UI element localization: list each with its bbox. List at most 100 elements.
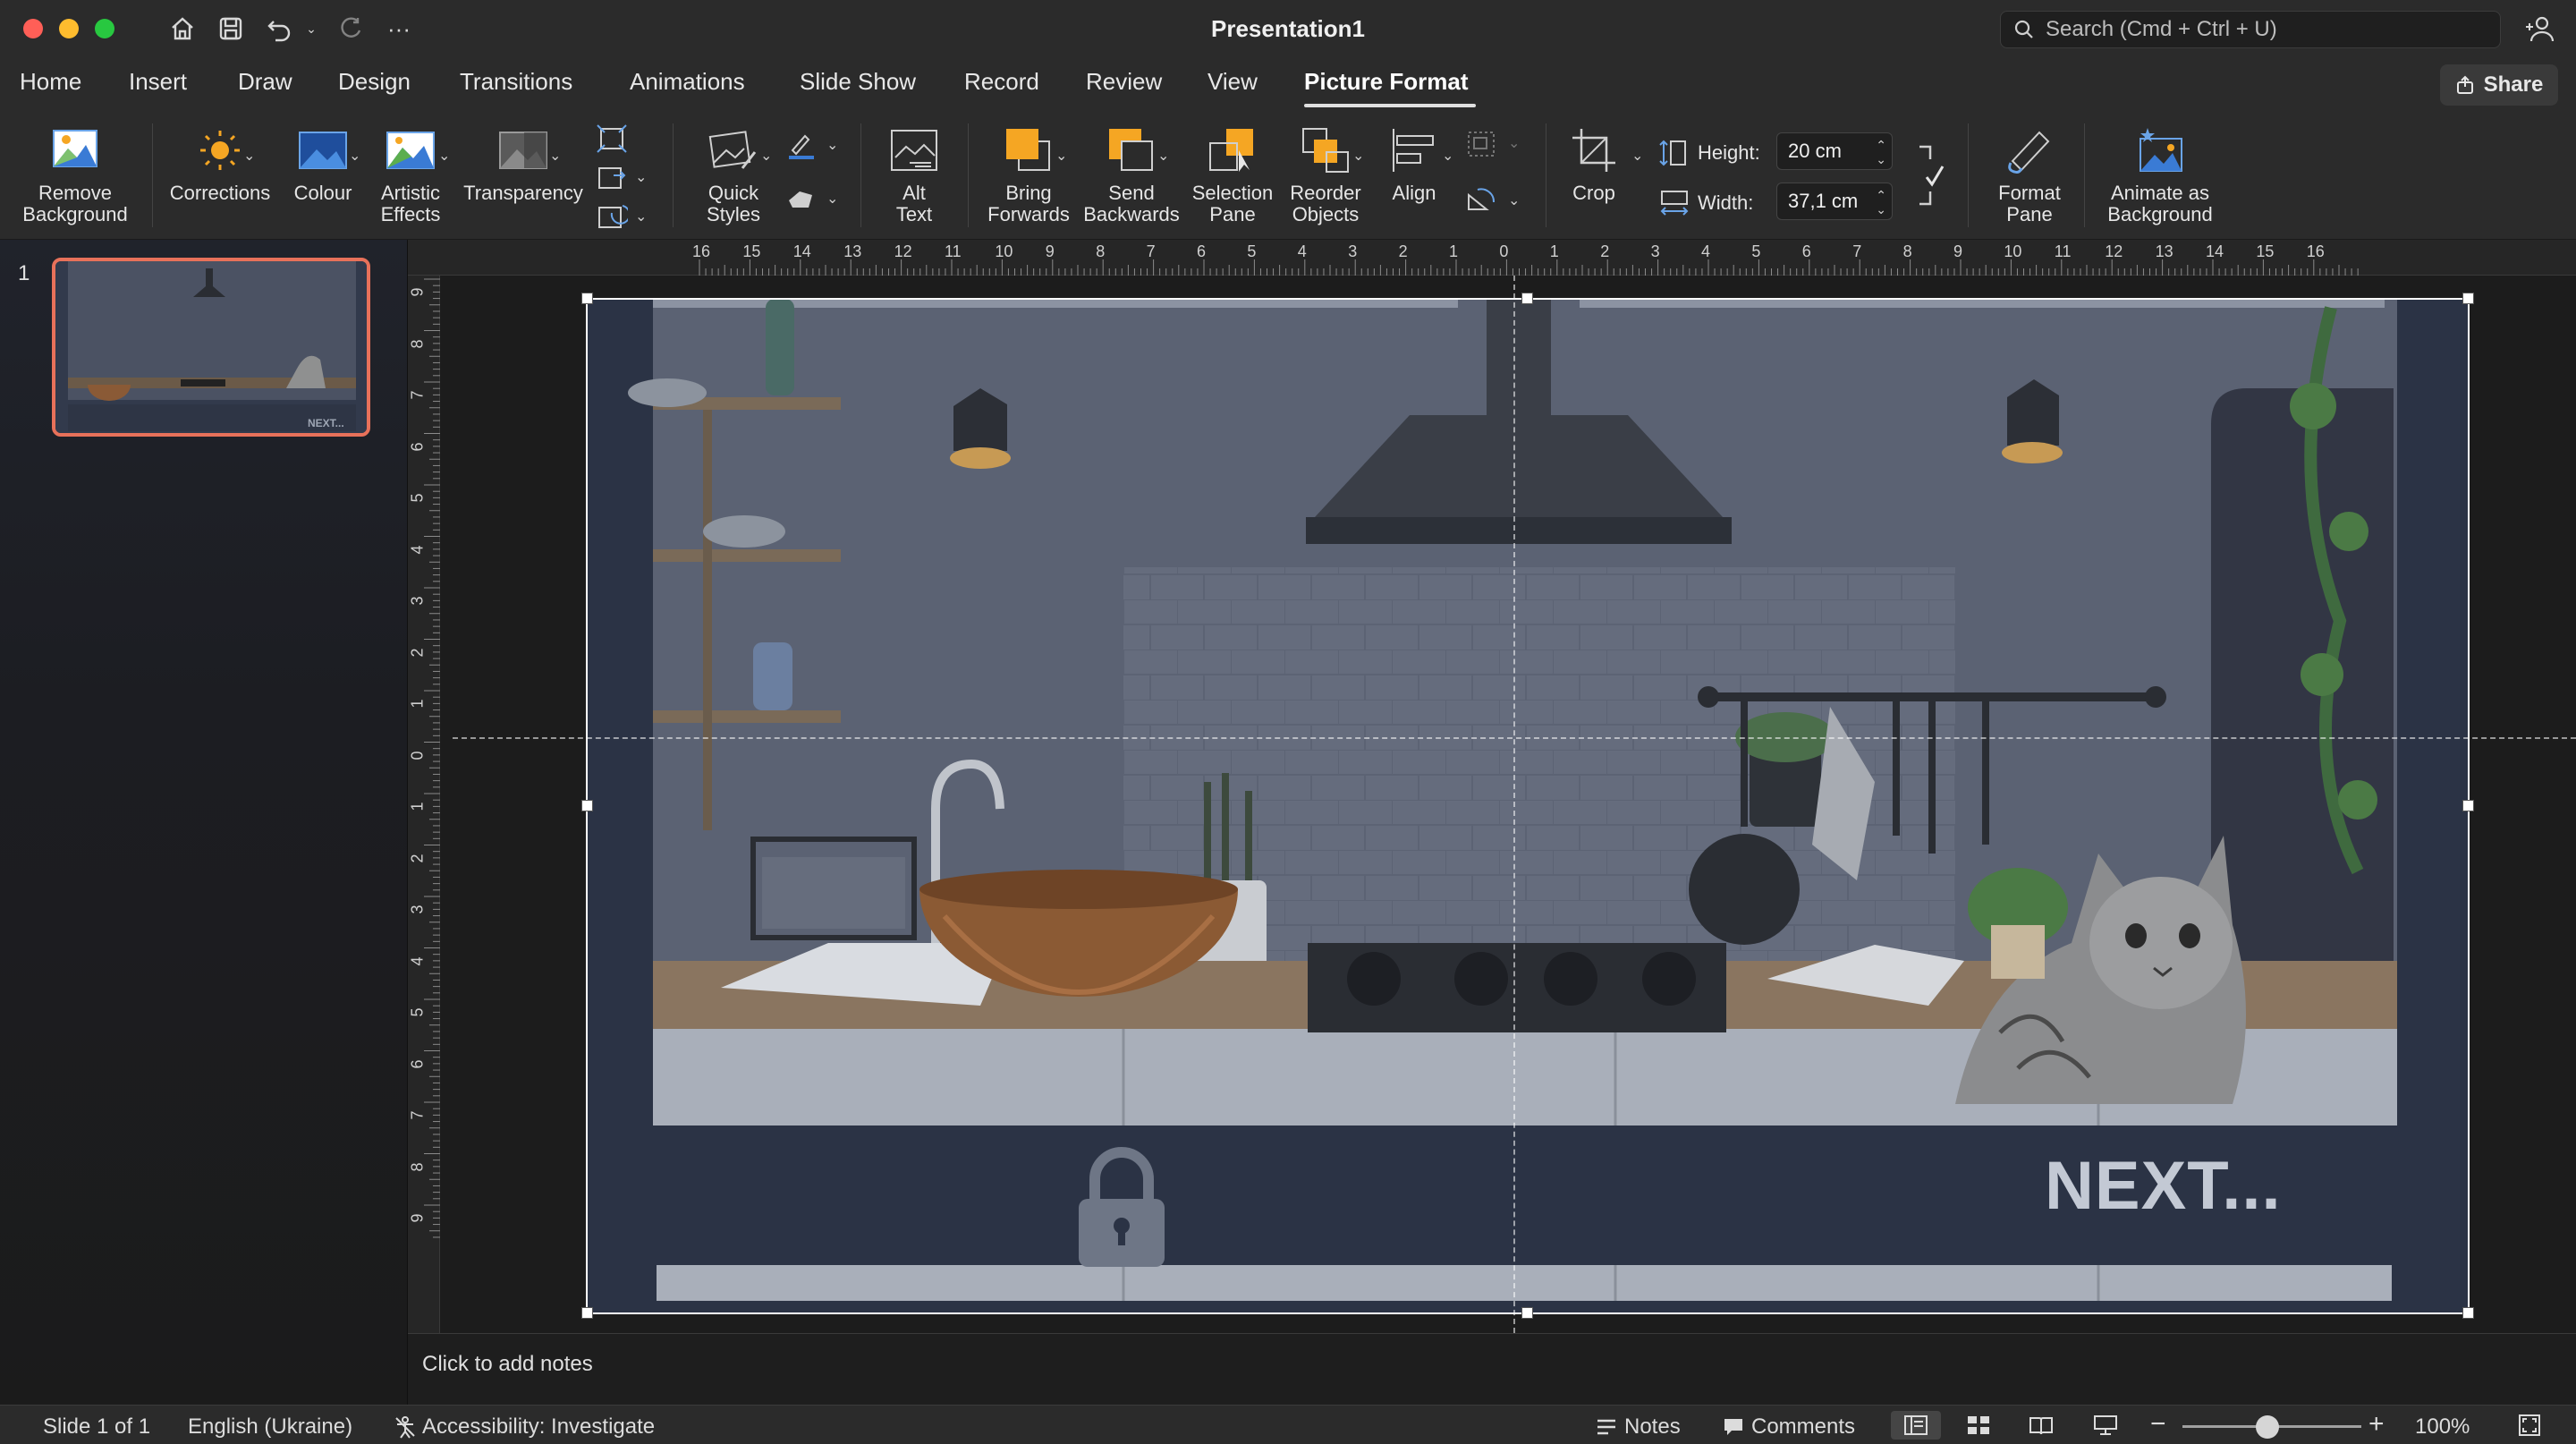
change-picture-icon[interactable]: [596, 163, 628, 193]
width-stepper-down[interactable]: ⌄: [1876, 203, 1886, 216]
picture-selection-frame[interactable]: [586, 298, 2470, 1314]
tab-transitions[interactable]: Transitions: [460, 68, 572, 96]
slide-show-button[interactable]: [2080, 1411, 2131, 1440]
remove-background-button[interactable]: Remove Background: [13, 123, 138, 225]
crop-dropdown-icon[interactable]: ⌄: [1631, 147, 1643, 165]
normal-view-button[interactable]: [1891, 1411, 1941, 1440]
tab-home[interactable]: Home: [20, 68, 81, 96]
reset-picture-icon[interactable]: [596, 202, 631, 233]
maximize-window-button[interactable]: [95, 19, 114, 38]
rotate-icon[interactable]: [1465, 184, 1497, 215]
corrections-button[interactable]: Corrections: [165, 123, 275, 204]
animate-as-background-button[interactable]: Animate as Background: [2097, 123, 2224, 225]
reorder-objects-dropdown-icon[interactable]: ⌄: [1352, 147, 1364, 165]
send-backwards-button[interactable]: Send Backwards: [1079, 123, 1184, 225]
align-dropdown-icon[interactable]: ⌄: [1442, 147, 1453, 165]
picture-border-icon[interactable]: [785, 131, 818, 161]
resize-handle-right[interactable]: [2462, 800, 2474, 811]
tab-slide-show[interactable]: Slide Show: [800, 68, 916, 96]
height-stepper-up[interactable]: ⌃: [1876, 139, 1886, 151]
resize-handle-bottom-left[interactable]: [581, 1307, 593, 1319]
language-indicator[interactable]: English (Ukraine): [188, 1414, 352, 1440]
undo-dropdown-icon[interactable]: ⌄: [302, 13, 320, 45]
tab-review[interactable]: Review: [1086, 68, 1162, 96]
slide-thumbnail[interactable]: NEXT...: [52, 258, 370, 437]
comments-button[interactable]: Comments: [1723, 1414, 1855, 1440]
format-pane-button[interactable]: Format Pane: [1982, 123, 2077, 225]
bring-forwards-button[interactable]: Bring Forwards: [980, 123, 1077, 225]
transparency-dropdown-icon[interactable]: ⌄: [549, 147, 561, 165]
share-button[interactable]: Share: [2440, 64, 2558, 106]
quick-styles-button[interactable]: Quick Styles: [687, 123, 780, 225]
normal-view-icon: [1904, 1415, 1928, 1435]
horizontal-ruler-number: 3: [1650, 242, 1660, 260]
quick-styles-dropdown-icon[interactable]: ⌄: [760, 147, 772, 165]
group-objects-icon[interactable]: [1465, 129, 1497, 159]
more-icon[interactable]: ···: [381, 13, 417, 45]
vertical-ruler-number: 4: [408, 956, 427, 966]
slide-sorter-button[interactable]: [1953, 1411, 2004, 1440]
zoom-out-button[interactable]: −: [2150, 1409, 2166, 1440]
zoom-level[interactable]: 100%: [2415, 1414, 2470, 1440]
rotate-dropdown-icon[interactable]: ⌄: [1508, 191, 1520, 209]
notes-toggle-button[interactable]: Notes: [1596, 1414, 1681, 1440]
artistic-effects-button[interactable]: Artistic Effects: [370, 123, 451, 225]
send-backwards-dropdown-icon[interactable]: ⌄: [1157, 147, 1169, 165]
resize-handle-top[interactable]: [1521, 293, 1533, 304]
group-dropdown-icon[interactable]: ⌄: [1508, 134, 1520, 152]
zoom-slider-thumb[interactable]: [2256, 1415, 2279, 1439]
horizontal-ruler-number: 9: [1045, 242, 1055, 260]
tab-record[interactable]: Record: [964, 68, 1039, 96]
resize-handle-top-right[interactable]: [2462, 293, 2474, 304]
reset-picture-dropdown-icon[interactable]: ⌄: [635, 208, 647, 225]
tab-design[interactable]: Design: [338, 68, 411, 96]
crop-button[interactable]: Crop: [1560, 123, 1628, 204]
resize-handle-bottom-right[interactable]: [2462, 1307, 2474, 1319]
reorder-objects-button[interactable]: Reorder Objects: [1281, 123, 1370, 225]
artistic-effects-dropdown-icon[interactable]: ⌄: [438, 147, 450, 165]
horizontal-ruler-number: 2: [1600, 242, 1610, 260]
compress-pictures-icon[interactable]: [596, 123, 628, 154]
animate-as-background-icon: [2133, 123, 2187, 177]
grid-icon: [1968, 1416, 1989, 1434]
change-picture-dropdown-icon[interactable]: ⌄: [635, 168, 647, 186]
notes-label: Notes: [1624, 1414, 1681, 1439]
accessibility-checker[interactable]: Accessibility: Investigate: [394, 1414, 655, 1440]
share-label: Share: [2483, 72, 2544, 97]
bring-forwards-dropdown-icon[interactable]: ⌄: [1055, 147, 1067, 165]
account-icon[interactable]: [2524, 14, 2556, 45]
home-icon[interactable]: [165, 13, 200, 45]
tab-animations[interactable]: Animations: [630, 68, 745, 96]
tab-draw[interactable]: Draw: [238, 68, 292, 96]
picture-effects-icon[interactable]: [785, 184, 818, 215]
reading-view-button[interactable]: [2016, 1411, 2066, 1440]
resize-handle-top-left[interactable]: [581, 293, 593, 304]
resize-handle-left[interactable]: [581, 800, 593, 811]
height-stepper-down[interactable]: ⌄: [1876, 153, 1886, 166]
height-field[interactable]: 20 cm ⌃ ⌄: [1776, 132, 1893, 170]
tab-insert[interactable]: Insert: [129, 68, 187, 96]
minimize-window-button[interactable]: [59, 19, 79, 38]
width-field[interactable]: 37,1 cm ⌃ ⌄: [1776, 183, 1893, 220]
close-window-button[interactable]: [23, 19, 43, 38]
selection-pane-button[interactable]: Selection Pane: [1186, 123, 1279, 225]
save-icon[interactable]: [213, 13, 249, 45]
picture-border-dropdown-icon[interactable]: ⌄: [826, 136, 838, 154]
undo-icon[interactable]: [261, 13, 297, 45]
picture-effects-dropdown-icon[interactable]: ⌄: [826, 190, 838, 208]
notes-pane[interactable]: Click to add notes: [408, 1333, 2576, 1405]
lock-aspect-ratio-icon[interactable]: [1914, 138, 1946, 213]
tab-view[interactable]: View: [1208, 68, 1258, 96]
corrections-dropdown-icon[interactable]: ⌄: [243, 147, 255, 165]
zoom-in-button[interactable]: +: [2368, 1409, 2385, 1440]
accessibility-icon: [395, 1416, 415, 1439]
redo-icon[interactable]: [333, 13, 369, 45]
alt-text-button[interactable]: Alt Text: [877, 123, 952, 225]
search-input[interactable]: Search (Cmd + Ctrl + U): [2000, 11, 2501, 48]
colour-dropdown-icon[interactable]: ⌄: [349, 147, 360, 165]
tab-picture-format[interactable]: Picture Format: [1304, 68, 1469, 96]
width-stepper-up[interactable]: ⌃: [1876, 189, 1886, 201]
resize-handle-bottom[interactable]: [1521, 1307, 1533, 1319]
fit-to-window-button[interactable]: [2504, 1411, 2555, 1440]
transparency-button[interactable]: Transparency: [458, 123, 589, 204]
